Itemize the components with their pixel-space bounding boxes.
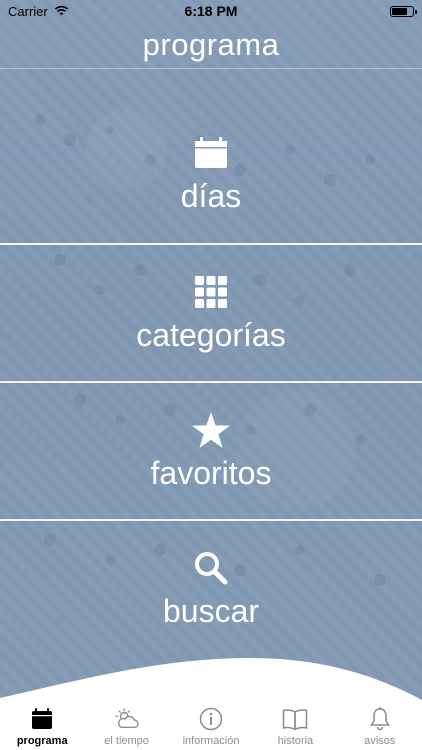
search-icon bbox=[191, 548, 231, 588]
status-bar: Carrier 6:18 PM bbox=[0, 0, 422, 22]
calendar-icon bbox=[29, 706, 55, 732]
menu-item-buscar[interactable]: buscar bbox=[0, 520, 422, 658]
book-icon bbox=[282, 706, 308, 732]
star-icon bbox=[191, 410, 231, 450]
menu-item-categorias[interactable]: categorías bbox=[0, 244, 422, 382]
menu-label-favoritos: favoritos bbox=[150, 455, 272, 491]
title-divider bbox=[0, 68, 422, 69]
menu-label-buscar: buscar bbox=[162, 593, 260, 629]
tab-label: historia bbox=[277, 735, 314, 747]
menu-item-favoritos[interactable]: favoritos bbox=[0, 382, 422, 520]
tab-programa[interactable]: programa bbox=[0, 700, 84, 750]
battery-icon bbox=[390, 5, 417, 17]
grid-icon bbox=[191, 272, 231, 312]
tab-el-tiempo[interactable]: el tiempo bbox=[84, 700, 168, 750]
tab-historia[interactable]: historia bbox=[253, 700, 337, 750]
tab-label: el tiempo bbox=[104, 735, 149, 747]
calendar-icon bbox=[191, 133, 231, 173]
menu-item-dias[interactable]: días bbox=[0, 105, 422, 243]
tab-label: programa bbox=[16, 735, 68, 747]
status-time: 6:18 PM bbox=[184, 3, 238, 19]
tab-label: información bbox=[182, 735, 240, 747]
bell-icon bbox=[367, 706, 393, 732]
tab-label: avisos bbox=[364, 735, 396, 747]
page-title: programa bbox=[142, 27, 280, 62]
tab-informacion[interactable]: información bbox=[169, 700, 253, 750]
tab-bar: programa el tiempo información historia … bbox=[0, 700, 422, 750]
weather-icon bbox=[114, 706, 140, 732]
tab-avisos[interactable]: avisos bbox=[338, 700, 422, 750]
menu-label-categorias: categorías bbox=[136, 317, 286, 353]
info-icon bbox=[198, 706, 224, 732]
menu-label-dias: días bbox=[180, 178, 242, 214]
